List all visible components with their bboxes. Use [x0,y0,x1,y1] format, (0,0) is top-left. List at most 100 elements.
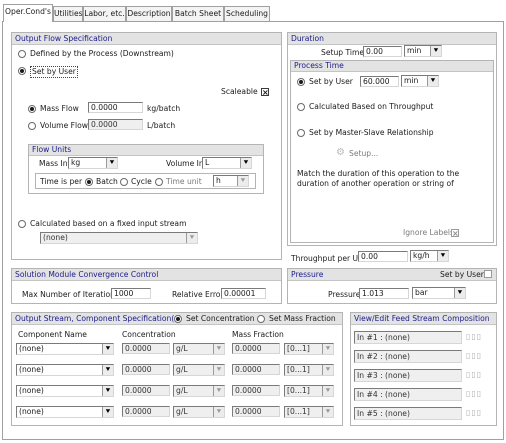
mass-fraction-input[interactable]: 0.0000 [232,364,280,375]
pressure-input[interactable]: 1.013 [359,288,409,299]
component-select[interactable]: (none) ⯆ [16,385,114,397]
component-spec-panel: Output Stream, Component Specification(s… [11,312,343,426]
component-row: (none) ⯆ 0.0000 g/L ⯆ 0.0000 [0...1] ⯆ [12,343,342,357]
arrow-down-icon[interactable]: ⯆ [102,365,113,375]
defined-by-process-radio[interactable] [18,50,26,58]
arrow-down-icon[interactable]: ⯆ [322,344,333,354]
arrow-down-icon[interactable]: ⯆ [213,407,224,417]
arrow-down-icon[interactable]: ⯆ [240,158,251,168]
pressure-set-by-user-checkbox[interactable] [484,270,492,278]
scaleable-checkbox[interactable]: × [261,88,269,97]
component-bars-icon[interactable]: ▯▯▯ [466,370,482,380]
arrow-down-icon[interactable]: ⯆ [430,46,441,56]
time-per-batch-radio[interactable] [85,178,93,186]
arrow-down-icon[interactable]: ⯆ [437,251,448,261]
component-bars-icon[interactable]: ▯▯▯ [466,408,482,418]
feed-stream-row[interactable]: In #5 : (none) [354,407,462,420]
arrow-down-icon[interactable]: ⯆ [322,407,333,417]
arrow-down-icon[interactable]: ⯆ [427,76,438,86]
tab-batch-sheet[interactable]: Batch Sheet [172,6,224,21]
concentration-input[interactable]: 0.0000 [122,385,170,396]
component-select[interactable]: (none) ⯆ [16,364,114,376]
mass-fraction-range-select[interactable]: [0...1] ⯆ [284,406,334,418]
concentration-input[interactable]: 0.0000 [122,364,170,375]
tab-utilities[interactable]: Utilities [53,6,83,21]
feed-composition-title: View/Edit Feed Stream Composition [351,313,496,325]
relative-error-input[interactable]: 0.00001 [221,288,266,299]
concentration-input[interactable]: 0.0000 [122,343,170,354]
arrow-down-icon[interactable]: ⯆ [322,365,333,375]
defined-by-process-label: Defined by the Process (Downstream) [30,49,174,58]
master-slave-radio[interactable] [297,129,305,137]
tab-oper-conds[interactable]: Oper.Cond's [3,4,53,22]
mass-in-select[interactable]: kg ⯆ [68,157,118,169]
concentration-unit-select[interactable]: g/L ⯆ [173,364,225,376]
tab-scheduling[interactable]: Scheduling [224,6,270,21]
mass-fraction-range-select[interactable]: [0...1] ⯆ [284,364,334,376]
volume-flow-input[interactable]: 0.0000 [88,119,143,130]
pressure-unit-select[interactable]: bar ⯆ [412,287,466,299]
component-bars-icon[interactable]: ▯▯▯ [466,351,482,361]
arrow-down-icon[interactable]: ⯆ [102,344,113,354]
throughput-input[interactable]: 0.00 [358,251,408,262]
volume-in-select[interactable]: L ⯆ [202,157,252,169]
arrow-down-icon[interactable]: ⯆ [106,158,117,168]
feed-stream-row[interactable]: In #3 : (none) [354,369,462,382]
output-set-by-user-radio[interactable] [18,67,26,75]
calc-throughput-radio[interactable] [297,103,305,111]
setup-time-input[interactable]: 0.00 [363,46,402,57]
setup-button-label: Setup... [349,149,379,158]
arrow-down-icon[interactable]: ⯆ [322,386,333,396]
feed-stream-row[interactable]: In #4 : (none) [354,388,462,401]
mass-fraction-range-select[interactable]: [0...1] ⯆ [284,385,334,397]
arrow-down-icon[interactable]: ⯆ [213,344,224,354]
concentration-unit-select[interactable]: g/L ⯆ [173,343,225,355]
time-per-cycle-radio[interactable] [120,178,128,186]
component-select[interactable]: (none) ⯆ [16,406,114,418]
arrow-down-icon[interactable]: ⯆ [213,365,224,375]
component-name-header: Component Name [18,330,87,339]
mass-fraction-range-select[interactable]: [0...1] ⯆ [284,343,334,355]
tab-description[interactable]: Description [126,6,172,21]
component-select[interactable]: (none) ⯆ [16,343,114,355]
set-mass-fraction-label: Set Mass Fraction [269,314,336,323]
convergence-title: Solution Module Convergence Control [12,269,281,281]
component-bars-icon[interactable]: ▯▯▯ [466,389,482,399]
time-unit-radio[interactable] [155,178,163,186]
arrow-down-icon[interactable]: ⯆ [102,407,113,417]
pressure-panel: Pressure Set by User Pressure 1.013 bar … [287,268,497,304]
arrow-down-icon[interactable]: ⯆ [237,176,248,186]
arrow-down-icon[interactable]: ⯆ [102,386,113,396]
mass-fraction-input[interactable]: 0.0000 [232,343,280,354]
volume-flow-radio[interactable] [28,122,36,130]
mass-flow-input[interactable]: 0.0000 [88,102,143,113]
feed-stream-row[interactable]: In #1 : (none) [354,331,462,344]
max-iterations-input[interactable]: 1000 [111,288,151,299]
feed-stream-row[interactable]: In #2 : (none) [354,350,462,363]
setup-button[interactable]: ⚙ Setup... [336,147,386,160]
calc-throughput-label: Calculated Based on Throughput [309,102,434,111]
process-set-by-user-radio[interactable] [297,78,305,86]
mass-fraction-input[interactable]: 0.0000 [232,385,280,396]
convergence-panel: Solution Module Convergence Control Max … [11,268,282,304]
concentration-unit-select[interactable]: g/L ⯆ [173,406,225,418]
ignore-labels-checkbox[interactable]: × [451,229,459,238]
tab-labor[interactable]: Labor, etc. [83,6,126,21]
mass-flow-radio[interactable] [28,105,36,113]
mass-fraction-input[interactable]: 0.0000 [232,406,280,417]
arrow-down-icon[interactable]: ⯆ [186,233,197,243]
throughput-unit-select[interactable]: kg/h ⯆ [410,250,449,262]
time-unit-select[interactable]: h ⯆ [213,175,249,187]
setup-time-unit-select[interactable]: min ⯆ [404,45,442,57]
fixed-input-radio[interactable] [18,220,26,228]
fixed-input-select[interactable]: (none) ⯆ [40,232,198,244]
process-time-input[interactable]: 60.000 [360,76,399,87]
set-mass-fraction-radio[interactable] [257,315,265,323]
arrow-down-icon[interactable]: ⯆ [454,288,465,298]
arrow-down-icon[interactable]: ⯆ [213,386,224,396]
process-time-unit-select[interactable]: min ⯆ [401,75,439,87]
component-bars-icon[interactable]: ▯▯▯ [466,332,482,342]
set-concentration-radio[interactable] [174,315,182,323]
concentration-input[interactable]: 0.0000 [122,406,170,417]
concentration-unit-select[interactable]: g/L ⯆ [173,385,225,397]
